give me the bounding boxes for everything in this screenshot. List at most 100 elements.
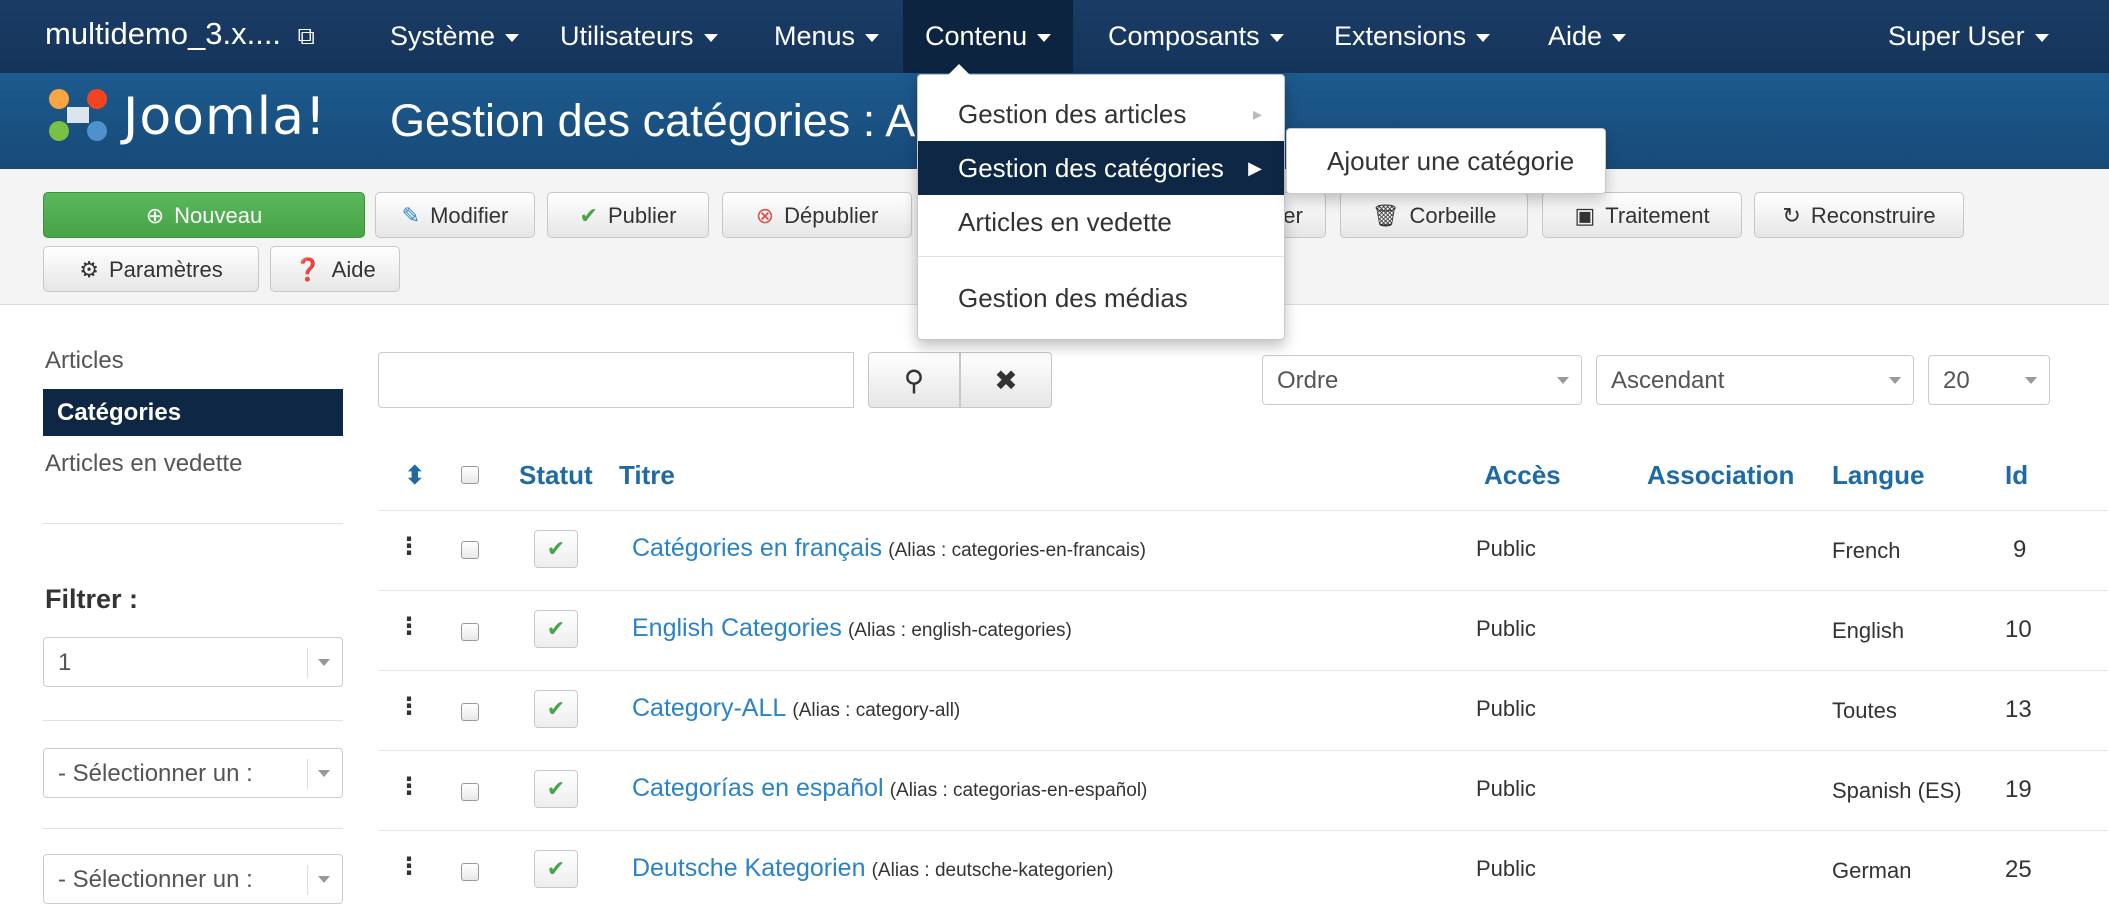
column-title[interactable]: Titre xyxy=(619,460,675,491)
row-id: 25 xyxy=(2005,856,2032,883)
column-access[interactable]: Accès xyxy=(1484,460,1561,491)
categories-submenu: Ajouter une catégorie xyxy=(1286,128,1606,194)
chevron-right-icon: ▸ xyxy=(1252,104,1262,124)
drag-handle-icon[interactable]: ⋮ xyxy=(397,532,421,561)
unpublish-button[interactable]: ⊗ Dépublier xyxy=(722,192,912,238)
caret-down-icon xyxy=(865,33,880,42)
column-id[interactable]: Id xyxy=(2005,460,2028,491)
drag-handle-icon[interactable]: ⋮ xyxy=(397,852,421,881)
help-button[interactable]: ❓ Aide xyxy=(270,246,400,292)
menu-item-categories[interactable]: Gestion des catégories ▶ xyxy=(918,141,1284,195)
status-published-toggle[interactable]: ✔ xyxy=(534,530,578,568)
edit-button[interactable]: ✎ Modifier xyxy=(375,192,535,238)
options-button[interactable]: ⚙ Paramètres xyxy=(43,246,259,292)
nav-help[interactable]: Aide xyxy=(1540,0,1634,73)
site-name: multidemo_3.x.... xyxy=(45,16,282,51)
nav-components[interactable]: Composants xyxy=(1100,0,1292,73)
drag-handle-icon[interactable]: ⋮ xyxy=(397,612,421,641)
menu-item-add-category[interactable]: Ajouter une catégorie xyxy=(1287,129,1605,193)
new-button[interactable]: ⊕ Nouveau xyxy=(43,192,365,238)
drag-handle-icon[interactable]: ⋮ xyxy=(397,692,421,721)
sidebar-item-featured[interactable]: Articles en vedette xyxy=(45,450,242,478)
menu-item-featured[interactable]: Articles en vedette xyxy=(918,195,1284,249)
category-title-link[interactable]: Deutsche Kategorien xyxy=(632,854,865,882)
column-language[interactable]: Langue xyxy=(1832,460,1924,491)
clear-search-button[interactable]: ✖ xyxy=(960,352,1052,408)
row-checkbox[interactable] xyxy=(461,783,479,801)
site-link[interactable]: multidemo_3.x.... ⧉ xyxy=(45,16,315,52)
sort-field-value: Ordre xyxy=(1277,367,1339,394)
sidebar-item-categories[interactable]: Catégories xyxy=(43,389,343,436)
menu-item-articles[interactable]: Gestion des articles ▸ xyxy=(918,87,1284,141)
status-published-toggle[interactable]: ✔ xyxy=(534,610,578,648)
status-published-toggle[interactable]: ✔ xyxy=(534,770,578,808)
nav-user-menu[interactable]: Super User xyxy=(1880,0,2057,73)
chevron-down-icon xyxy=(318,659,330,666)
column-status[interactable]: Statut xyxy=(519,460,593,491)
menu-item-media[interactable]: Gestion des médias xyxy=(918,271,1284,325)
row-checkbox[interactable] xyxy=(461,863,479,881)
new-label: Nouveau xyxy=(174,203,263,228)
chevron-down-icon xyxy=(2025,377,2037,384)
row-title-cell: Catégories en français (Alias : categori… xyxy=(632,534,1146,563)
check-icon: ✔ xyxy=(546,776,566,801)
row-language: Spanish (ES) xyxy=(1832,778,1962,803)
batch-button[interactable]: ▣ Traitement xyxy=(1542,192,1742,238)
batch-icon: ▣ xyxy=(1574,203,1596,228)
search-input[interactable] xyxy=(378,352,854,408)
trash-button[interactable]: 🗑 Corbeille xyxy=(1340,192,1528,238)
category-title-link[interactable]: English Categories xyxy=(632,614,842,642)
sort-field-select[interactable]: Ordre xyxy=(1262,355,1582,405)
nav-users[interactable]: Utilisateurs xyxy=(552,0,726,73)
chevron-right-icon: ▶ xyxy=(1248,158,1262,178)
status-published-toggle[interactable]: ✔ xyxy=(534,690,578,728)
status-published-toggle[interactable]: ✔ xyxy=(534,850,578,888)
row-id: 13 xyxy=(2005,696,2032,723)
category-title-link[interactable]: Categorías en español xyxy=(632,774,884,802)
rebuild-button[interactable]: ↻ Reconstruire xyxy=(1754,192,1964,238)
category-title-link[interactable]: Catégories en français xyxy=(632,534,882,562)
nav-extensions[interactable]: Extensions xyxy=(1326,0,1498,73)
row-checkbox[interactable] xyxy=(461,623,479,641)
user-name: Super User xyxy=(1888,21,2025,51)
category-alias: (Alias : deutsche-kategorien) xyxy=(871,860,1114,881)
trash-label: Corbeille xyxy=(1409,203,1497,228)
search-button[interactable]: ⚲ xyxy=(868,352,960,408)
drag-handle-icon[interactable]: ⋮ xyxy=(397,772,421,801)
select-separator xyxy=(307,759,308,789)
gear-icon: ⚙ xyxy=(79,257,99,282)
nav-system[interactable]: Système xyxy=(382,0,527,73)
options-label: Paramètres xyxy=(109,257,223,282)
category-alias: (Alias : categories-en-francais) xyxy=(888,540,1146,561)
archive-label: er xyxy=(1283,203,1303,228)
filter-level-select[interactable]: 1 xyxy=(43,637,343,687)
filter-select-3[interactable]: - Sélectionner un : xyxy=(43,854,343,904)
chevron-down-icon xyxy=(1889,377,1901,384)
cancel-circle-icon: ⊗ xyxy=(755,203,775,228)
publish-button[interactable]: ✔ Publier xyxy=(547,192,709,238)
row-language: English xyxy=(1832,618,1905,643)
row-title-cell: Category-ALL (Alias : category-all) xyxy=(632,694,960,723)
filter-select-2[interactable]: - Sélectionner un : xyxy=(43,748,343,798)
category-title-link[interactable]: Category-ALL xyxy=(632,694,786,722)
category-alias: (Alias : categorias-en-español) xyxy=(889,780,1148,801)
row-language: German xyxy=(1832,858,1912,883)
edit-icon: ✎ xyxy=(401,203,421,228)
check-icon: ✔ xyxy=(546,696,566,721)
nav-menus[interactable]: Menus xyxy=(766,0,887,73)
column-association[interactable]: Association xyxy=(1647,460,1794,491)
select-all-checkbox[interactable] xyxy=(461,466,479,484)
row-checkbox[interactable] xyxy=(461,541,479,559)
row-divider xyxy=(378,670,2108,671)
filter-level-value: 1 xyxy=(58,649,72,676)
sort-direction-select[interactable]: Ascendant xyxy=(1596,355,1914,405)
row-divider xyxy=(378,510,2108,511)
ordering-sort-icon[interactable]: ⬍ xyxy=(404,460,426,491)
nav-content[interactable]: Contenu xyxy=(903,0,1074,73)
filter-heading: Filtrer : xyxy=(45,584,139,614)
sidebar-item-articles[interactable]: Articles xyxy=(45,347,124,375)
row-id: 10 xyxy=(2005,616,2032,643)
limit-select[interactable]: 20 xyxy=(1928,355,2050,405)
row-checkbox[interactable] xyxy=(461,703,479,721)
chevron-down-icon xyxy=(318,770,330,777)
